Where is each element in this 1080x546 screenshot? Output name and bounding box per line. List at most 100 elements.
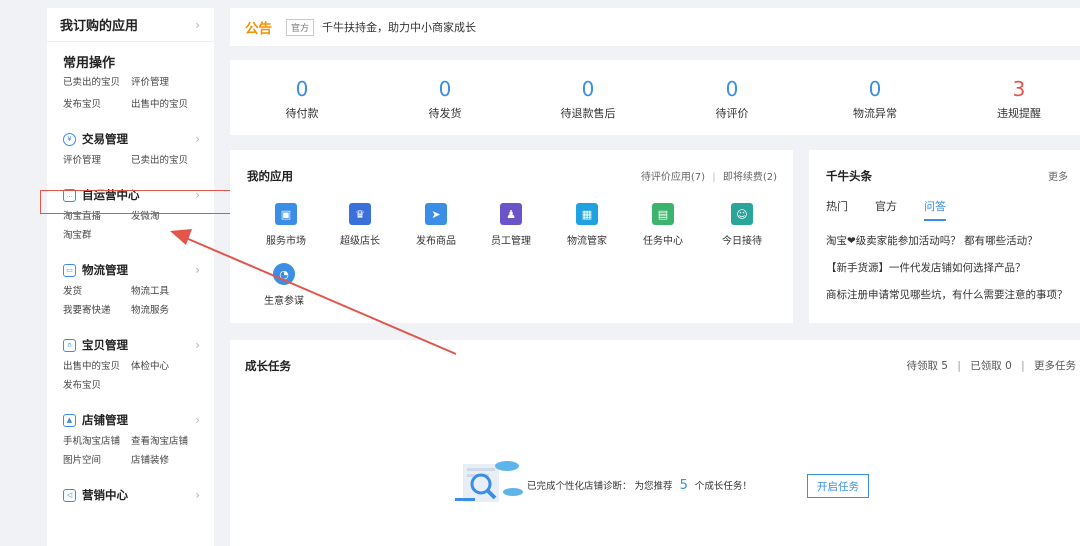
more-tasks-link[interactable]: 更多任务 bbox=[1034, 360, 1076, 372]
subscribed-apps-header[interactable]: 我订购的应用 › bbox=[47, 8, 214, 42]
stat-value: 0 bbox=[295, 77, 309, 101]
start-task-button[interactable]: 开启任务 bbox=[807, 474, 869, 498]
chevron-right-icon: › bbox=[195, 413, 200, 427]
section-items-title[interactable]: ∩ 宝贝管理 › bbox=[63, 334, 200, 356]
megaphone-icon: ◁ bbox=[63, 488, 76, 502]
common-actions-title: 常用操作 bbox=[63, 56, 116, 71]
growth-tasks-title: 成长任务 bbox=[245, 359, 291, 373]
tab-hot[interactable]: 热门 bbox=[826, 198, 848, 221]
stat-pending-refund[interactable]: 0 待退款售后 bbox=[538, 78, 638, 121]
app-logistics-manager[interactable]: ▦ 物流管家 bbox=[557, 203, 617, 247]
compass-icon: ◔ bbox=[273, 263, 295, 285]
app-label: 任务中心 bbox=[643, 236, 683, 247]
separator: | bbox=[957, 360, 961, 372]
app-super-manager[interactable]: ♛ 超级店长 bbox=[330, 203, 390, 247]
renewal-link[interactable]: 即将续费(2) bbox=[723, 172, 777, 183]
chevron-right-icon: › bbox=[195, 338, 200, 352]
stat-pending-shipment[interactable]: 0 待发货 bbox=[395, 78, 495, 121]
link-publish-item[interactable]: 发布宝贝 bbox=[63, 377, 131, 391]
link-ship[interactable]: 发货 bbox=[63, 283, 131, 297]
stat-pending-review[interactable]: 0 待评价 bbox=[682, 78, 782, 121]
section-marketing-title[interactable]: ◁ 营销中心 › bbox=[63, 484, 200, 506]
headline-item[interactable]: 淘宝❤级卖家能参加活动吗？ 都有哪些活动？ bbox=[826, 233, 1038, 248]
section-trade-title[interactable]: ¥ 交易管理 › bbox=[63, 128, 200, 150]
my-apps-title: 我的应用 bbox=[247, 169, 293, 183]
link-view-shop[interactable]: 查看淘宝店铺 bbox=[131, 433, 211, 447]
app-business-advisor[interactable]: ◔ 生意参谋 bbox=[254, 263, 314, 307]
stat-label: 待退款售后 bbox=[560, 107, 616, 120]
section-marketing: ◁ 营销中心 › bbox=[47, 484, 214, 506]
stat-value: 0 bbox=[868, 77, 882, 101]
grid-icon: ▦ bbox=[576, 203, 598, 225]
stat-value: 0 bbox=[438, 77, 452, 101]
link-health-center[interactable]: 体检中心 bbox=[131, 358, 211, 372]
link-publish-item[interactable]: 发布宝贝 bbox=[63, 96, 131, 110]
link-send-express[interactable]: 我要寄快递 bbox=[63, 302, 131, 316]
growth-tasks-links: 待领取 5 | 已领取 0 | 更多任务 bbox=[906, 358, 1076, 373]
link-review-management[interactable]: 评价管理 bbox=[131, 74, 211, 88]
stat-label: 待发货 bbox=[428, 107, 462, 120]
link-shop-decoration[interactable]: 店铺装修 bbox=[131, 452, 211, 466]
tab-qa[interactable]: 问答 bbox=[924, 198, 946, 221]
section-logistics: ▭ 物流管理 › 发货 物流工具 我要寄快递 物流服务 bbox=[47, 259, 214, 316]
notice-text[interactable]: 千牛扶持金，助力中小商家成长 bbox=[322, 19, 476, 35]
link-logistics-service[interactable]: 物流服务 bbox=[131, 302, 211, 316]
separator: | bbox=[1021, 360, 1025, 372]
app-staff-management[interactable]: ♟ 员工管理 bbox=[481, 203, 541, 247]
pending-tasks-link[interactable]: 待领取 5 bbox=[906, 360, 948, 372]
growth-tasks-message: 已完成个性化店铺诊断： 为您推荐 5 个成长任务！ bbox=[527, 478, 752, 493]
sidebar: 我订购的应用 › 常用操作 已卖出的宝贝 评价管理 发布宝贝 出售中的宝贝 ¥ … bbox=[47, 8, 214, 546]
section-marketing-label: 营销中心 bbox=[82, 488, 128, 502]
section-shop-label: 店铺管理 bbox=[82, 413, 128, 427]
headlines-more-link[interactable]: 更多 bbox=[1048, 168, 1068, 183]
app-label: 超级店长 bbox=[340, 236, 380, 247]
section-trade-label: 交易管理 bbox=[82, 132, 128, 146]
link-items-on-sale[interactable]: 出售中的宝贝 bbox=[63, 358, 131, 372]
app-label: 发布商品 bbox=[416, 236, 456, 247]
headline-item[interactable]: 【新手货源】一件代发店铺如何选择产品？ bbox=[826, 260, 1026, 275]
bag-icon: ∩ bbox=[63, 338, 76, 352]
app-task-center[interactable]: ▤ 任务中心 bbox=[633, 203, 693, 247]
yen-circle-icon: ¥ bbox=[63, 132, 76, 146]
link-mobile-shop[interactable]: 手机淘宝店铺 bbox=[63, 433, 131, 447]
highlight-box bbox=[40, 190, 240, 214]
app-today-reception[interactable]: ☺ 今日接待 bbox=[712, 203, 772, 247]
stat-label: 待评价 bbox=[715, 107, 749, 120]
notice-bar: 公告 官方 千牛扶持金，助力中小商家成长 bbox=[230, 8, 1080, 46]
chevron-right-icon: › bbox=[195, 488, 200, 502]
app-label: 物流管家 bbox=[567, 236, 607, 247]
app-publish-product[interactable]: ➤ 发布商品 bbox=[406, 203, 466, 247]
section-shop-title[interactable]: ▲ 店铺管理 › bbox=[63, 409, 200, 431]
claimed-tasks-link[interactable]: 已领取 0 bbox=[970, 360, 1012, 372]
separator: | bbox=[712, 172, 716, 183]
link-sold-items[interactable]: 已卖出的宝贝 bbox=[131, 152, 211, 166]
link-sold-items[interactable]: 已卖出的宝贝 bbox=[63, 74, 131, 88]
app-service-market[interactable]: ▣ 服务市场 bbox=[256, 203, 316, 247]
common-actions: 常用操作 已卖出的宝贝 评价管理 发布宝贝 出售中的宝贝 bbox=[47, 42, 214, 110]
stat-logistics-exception[interactable]: 0 物流异常 bbox=[825, 78, 925, 121]
link-review-management[interactable]: 评价管理 bbox=[63, 152, 131, 166]
person-icon: ☺ bbox=[731, 203, 753, 225]
chevron-right-icon: › bbox=[195, 263, 200, 277]
app-label: 生意参谋 bbox=[264, 296, 304, 307]
my-apps-links: 待评价应用(7) | 即将续费(2) bbox=[641, 168, 777, 183]
message-prefix: 已完成个性化店铺诊断： 为您推荐 bbox=[527, 481, 673, 492]
app-label: 员工管理 bbox=[491, 236, 531, 247]
link-logistics-tools[interactable]: 物流工具 bbox=[131, 283, 211, 297]
tab-official[interactable]: 官方 bbox=[875, 198, 897, 221]
app-label: 今日接待 bbox=[722, 236, 762, 247]
stat-value: 0 bbox=[581, 77, 595, 101]
chevron-right-icon: › bbox=[195, 17, 200, 32]
link-image-space[interactable]: 图片空间 bbox=[63, 452, 131, 466]
diagnosis-illustration-icon bbox=[455, 461, 523, 502]
headline-item[interactable]: 商标注册申请常见哪些坑，有什么需要注意的事项？ bbox=[826, 287, 1068, 302]
pending-review-apps-link[interactable]: 待评价应用(7) bbox=[641, 172, 705, 183]
link-items-on-sale[interactable]: 出售中的宝贝 bbox=[131, 96, 211, 110]
subscribed-apps-title: 我订购的应用 bbox=[60, 19, 139, 34]
section-shop: ▲ 店铺管理 › 手机淘宝店铺 查看淘宝店铺 图片空间 店铺装修 bbox=[47, 409, 214, 466]
notice-source-badge: 官方 bbox=[286, 18, 315, 36]
section-logistics-title[interactable]: ▭ 物流管理 › bbox=[63, 259, 200, 281]
link-taobao-group[interactable]: 淘宝群 bbox=[63, 227, 131, 241]
stat-violation-alert[interactable]: 3 违规提醒 bbox=[969, 78, 1069, 121]
stat-pending-payment[interactable]: 0 待付款 bbox=[252, 78, 352, 121]
